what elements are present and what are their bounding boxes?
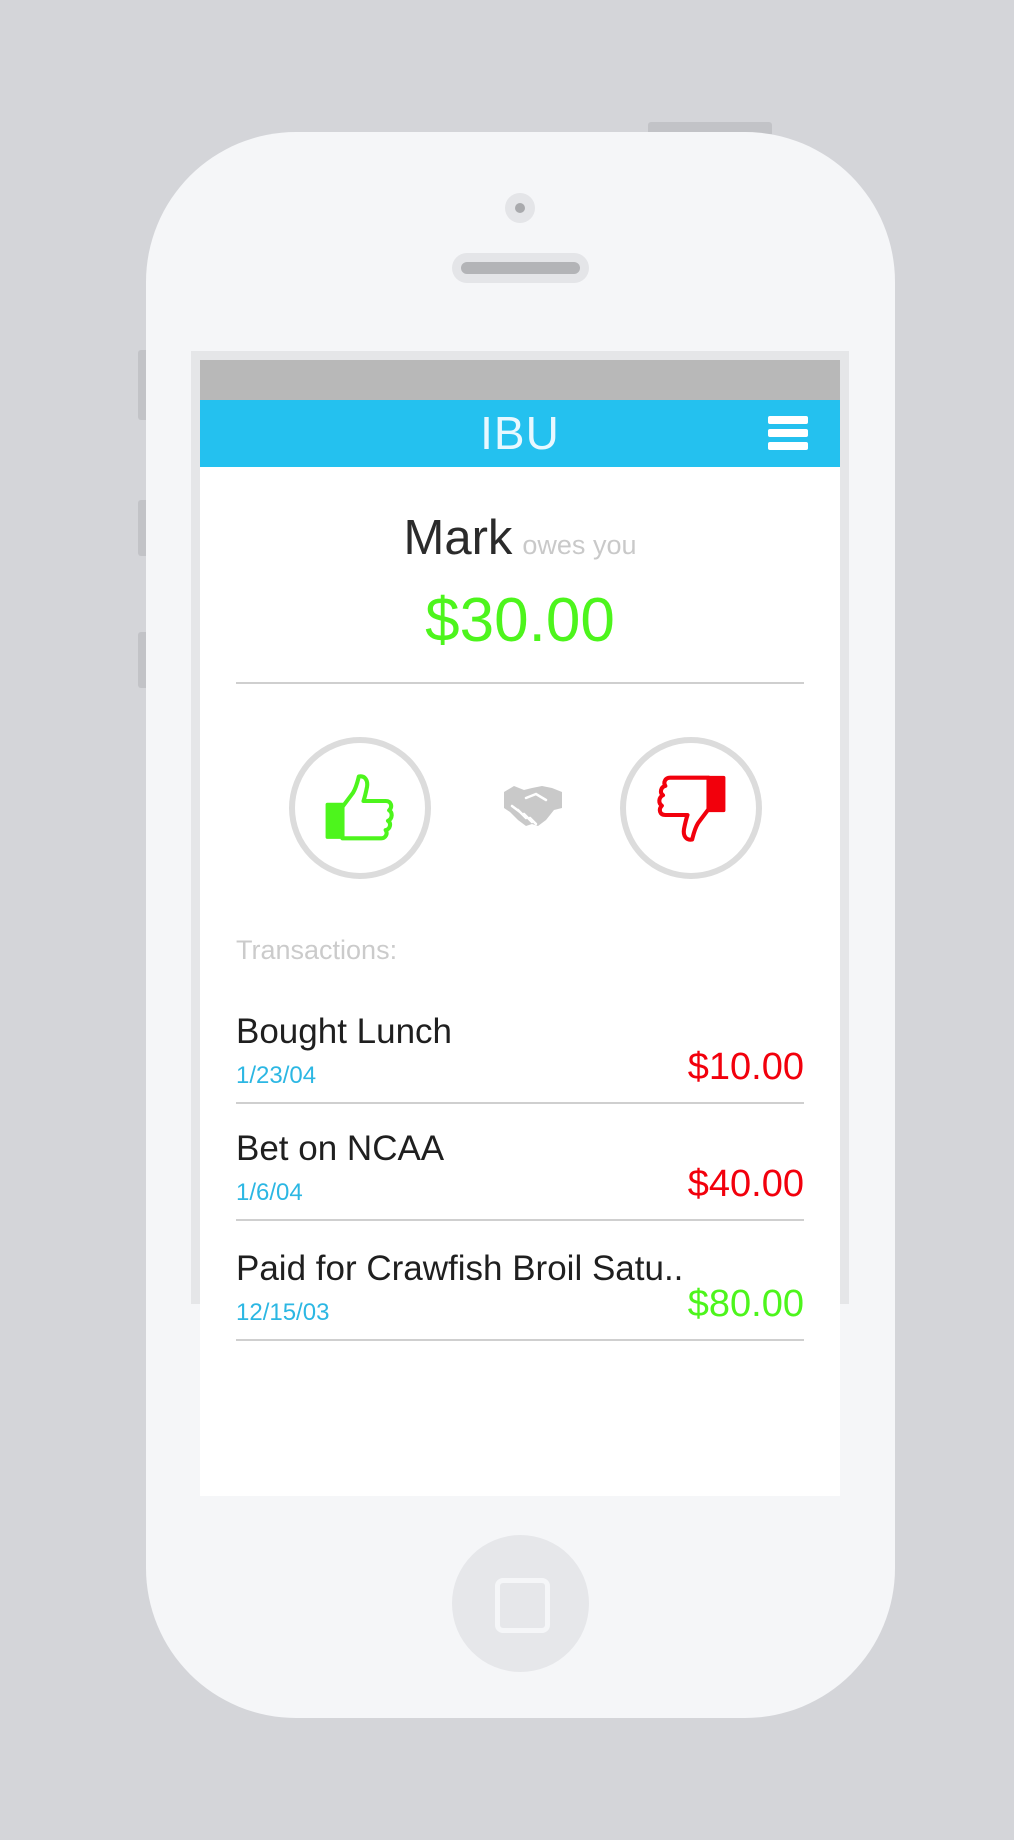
transaction-date: 1/6/04 bbox=[236, 1179, 303, 1206]
transaction-date: 1/23/04 bbox=[236, 1062, 317, 1089]
contact-name: Mark bbox=[403, 511, 513, 565]
transaction-amount: $10.00 bbox=[687, 1046, 804, 1088]
transaction-row[interactable]: Bought Lunch 1/23/04 $10.00 bbox=[236, 1012, 804, 1114]
app-title: IBU bbox=[480, 407, 560, 459]
balance-amount: $30.00 bbox=[425, 586, 615, 655]
row-divider bbox=[236, 1339, 804, 1341]
transaction-title: Bet on NCAA bbox=[236, 1129, 445, 1168]
transaction-amount: $80.00 bbox=[687, 1283, 804, 1325]
approve-button[interactable] bbox=[289, 737, 431, 879]
transaction-title: Bought Lunch bbox=[236, 1012, 453, 1051]
row-divider bbox=[236, 1219, 804, 1221]
home-button[interactable] bbox=[452, 1535, 589, 1672]
hamburger-menu-icon[interactable] bbox=[766, 414, 810, 452]
transaction-date: 12/15/03 bbox=[236, 1299, 330, 1326]
transaction-amount: $40.00 bbox=[687, 1163, 804, 1205]
transaction-title: Paid for Crawfish Broil Satu.. bbox=[236, 1249, 684, 1288]
nav-bar: IBU bbox=[200, 400, 840, 467]
earpiece-speaker bbox=[452, 253, 589, 283]
transaction-row[interactable]: Bet on NCAA 1/6/04 $40.00 bbox=[236, 1129, 804, 1231]
debt-status-label: owes you bbox=[522, 530, 637, 560]
thumbs-up-icon bbox=[325, 774, 394, 841]
front-camera bbox=[505, 193, 535, 223]
reject-button[interactable] bbox=[620, 737, 762, 879]
transactions-header: Transactions: bbox=[236, 935, 398, 965]
debt-summary: Mark owes you bbox=[200, 510, 840, 566]
row-divider bbox=[236, 1102, 804, 1104]
app-screen: IBU Mark owes you $30.00 Transactions: Bo… bbox=[200, 360, 840, 1496]
status-bar bbox=[200, 360, 840, 400]
transaction-row[interactable]: Paid for Crawfish Broil Satu.. 12/15/03 … bbox=[236, 1249, 804, 1351]
summary-divider bbox=[236, 682, 804, 684]
handshake-icon[interactable] bbox=[502, 780, 564, 830]
thumbs-down-icon bbox=[657, 775, 726, 842]
